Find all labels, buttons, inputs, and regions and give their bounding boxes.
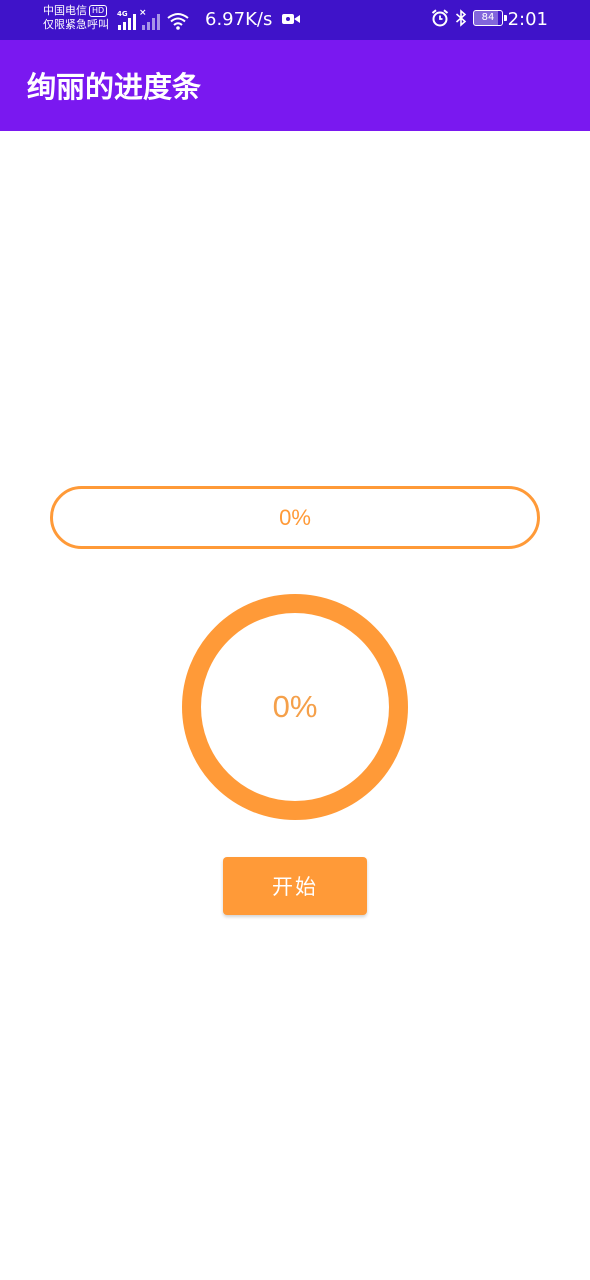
signal-icon-sim2: × (139, 8, 160, 30)
battery-level: 84 (481, 12, 495, 23)
video-icon (282, 14, 300, 24)
battery-icon: 84 (473, 10, 507, 26)
linear-progress-bar: 0% (50, 486, 540, 549)
net-speed: 6.97K/s (205, 9, 273, 30)
bluetooth-icon (455, 9, 467, 27)
app-bar: 绚丽的进度条 (0, 40, 590, 131)
signal-icon: 4G (117, 10, 136, 30)
hd-badge: HD (89, 5, 108, 17)
network-type-label: 4G (117, 10, 128, 18)
carrier-name: 中国电信 (43, 4, 87, 17)
emergency-calls-label: 仅限紧急呼叫 (43, 18, 109, 31)
circular-progress: 0% (181, 593, 409, 821)
clock: 2:01 (507, 9, 548, 30)
linear-progress-label: 0% (279, 505, 311, 530)
alarm-icon (431, 9, 449, 27)
circular-progress-label: 0% (272, 689, 318, 724)
wifi-icon (167, 13, 189, 30)
start-button[interactable]: 开始 (223, 857, 367, 915)
carrier-info: 中国电信 HD 仅限紧急呼叫 (43, 4, 109, 32)
status-bar: 中国电信 HD 仅限紧急呼叫 4G × 6.97K/s 84 2:01 (0, 0, 590, 40)
page-title: 绚丽的进度条 (27, 70, 202, 104)
